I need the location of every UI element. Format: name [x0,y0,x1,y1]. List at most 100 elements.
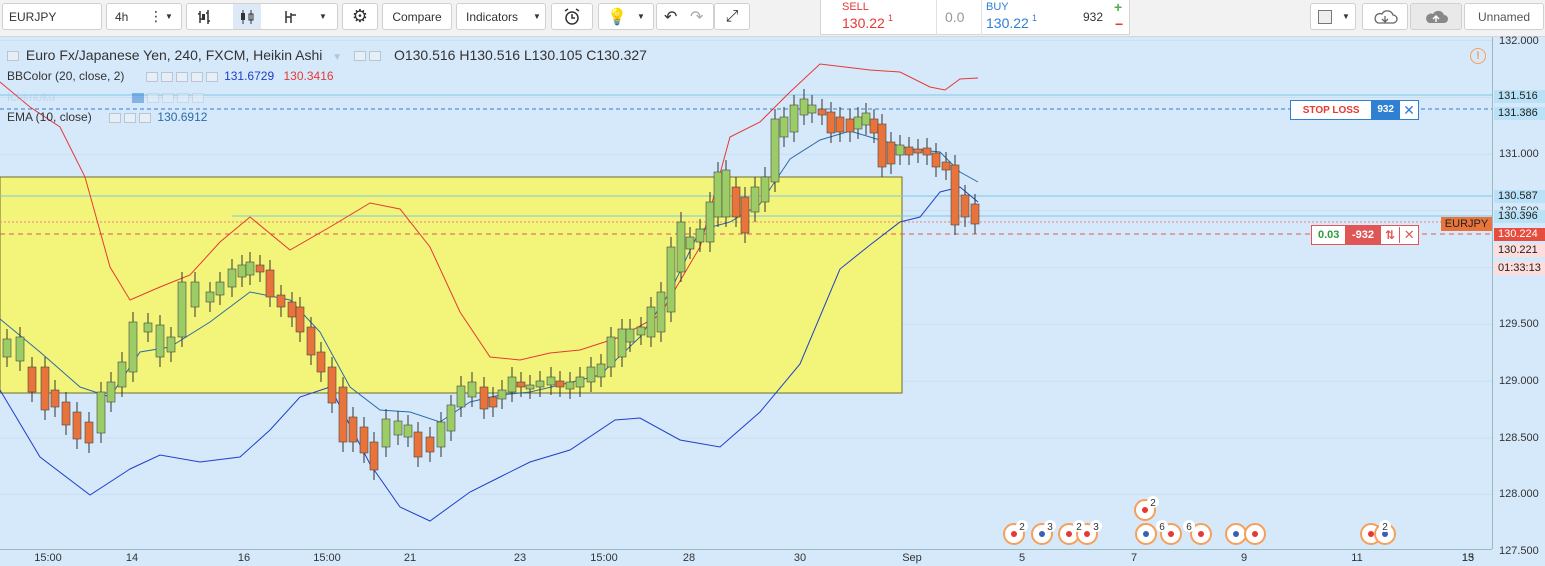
candle-body [941,161,951,171]
chevron-down-icon[interactable]: ▼ [319,12,327,21]
settings-icon[interactable] [147,92,160,103]
stop-loss-label: STOP LOSS [1302,104,1360,116]
candle-body [2,338,12,358]
candle-body [338,386,348,443]
candle-body [507,376,517,393]
candle-body [886,141,896,165]
event-count: 2 [1076,522,1082,533]
redo-icon[interactable]: ↷ [690,7,703,27]
layout-name-button[interactable]: Unnamed [1464,3,1544,30]
ohlc-values: O130.516 H130.516 L130.105 C130.327 [393,47,647,63]
template-button[interactable]: 💡 ▼ [598,3,654,30]
add-icon[interactable] [177,92,190,103]
price-tick: 132.000 [1499,34,1539,47]
save-cloud-button[interactable] [1410,3,1462,30]
settings-icon[interactable] [160,71,173,82]
eye-icon[interactable] [145,71,158,82]
eye-icon[interactable] [354,51,367,62]
price-label: 130.587 [1494,190,1545,203]
candles-icon[interactable] [233,4,261,29]
symbol-search[interactable]: EURJPY [2,3,102,30]
close-icon[interactable]: ✕ [1399,227,1418,243]
candle-body [617,328,627,358]
undo-icon[interactable]: ↶ [664,7,677,27]
settings-icon[interactable] [369,51,382,62]
fullscreen-icon: ⤢ [725,7,739,25]
candle-body [497,389,507,400]
time-axis[interactable]: 15:00 14 16 15:00 21 23 15:00 28 30 Sep 5 7 9 11 13 15 [0,549,1492,566]
candle-body [525,384,535,390]
load-cloud-button[interactable] [1362,3,1408,30]
chevron-down-icon[interactable]: ▼ [332,52,342,63]
quantity-value[interactable]: 932 [1083,10,1103,24]
candle-body [15,336,25,362]
candle-body [960,194,970,218]
trading-app: EURJPY 4h ⋮ ▼ ▼ ⚙ Compare Indicators ▼ 💡 ▼… [0,0,1545,566]
candle-body [731,186,741,218]
chevron-down-icon[interactable]: ▼ [1342,12,1350,21]
symbol-tag: EURJPY [1441,217,1492,231]
stop-loss-order[interactable]: STOP LOSS 932 ✕ [1290,100,1419,120]
drawing-color-select[interactable]: ▼ [1310,3,1356,30]
price-plot[interactable]: 2 3 2 326 6 2 [0,37,1492,549]
time-tick: 15:00 [34,552,62,564]
interval-select[interactable]: 4h ⋮ ▼ [106,3,182,30]
price-label: 131.516 [1494,90,1545,103]
chevron-down-icon[interactable]: ▼ [637,12,645,21]
compare-button[interactable]: Compare [382,3,452,30]
position-qty: -932 [1345,226,1381,244]
copy-icon[interactable] [175,71,188,82]
close-icon[interactable]: ✕ [1400,102,1418,119]
price-axis[interactable]: 132.000131.500131.000130.500130.000129.5… [1492,34,1545,557]
collapse-icon[interactable] [7,51,19,62]
bars-icon[interactable] [197,9,213,25]
buy-button[interactable]: BUY 130.22 1 [981,0,1081,35]
add-icon[interactable] [190,71,203,82]
candle-body [177,281,187,338]
time-tick: 14 [125,552,139,564]
position-line[interactable]: 0.03 -932 ⇅ ✕ [1311,225,1419,245]
candle-body [931,152,941,168]
chart-area[interactable]: 23232662 Euro Fx/Japanese Yen, 240, FXCM… [0,34,1545,566]
candle-body [636,326,646,336]
sell-price: 130.22 [842,15,885,31]
alert-button[interactable] [551,3,593,30]
time-tick: Sep [902,552,922,564]
eye-icon[interactable] [109,112,122,123]
copy-icon[interactable] [162,92,175,103]
candle-body [516,381,526,388]
time-tick: 28 [682,552,696,564]
sell-button[interactable]: SELL 130.22 1 [821,0,937,35]
candle-body [369,441,379,471]
time-tick: 30 [793,552,807,564]
reverse-icon[interactable]: ⇅ [1381,228,1400,242]
close-icon[interactable] [139,112,152,123]
minus-icon[interactable]: − [1115,16,1123,32]
indicators-button[interactable]: Indicators ▼ [456,3,546,30]
warning-icon[interactable]: ! [1470,48,1486,64]
event-count: 6 [1186,522,1192,533]
chevron-down-icon[interactable]: ▼ [165,12,173,21]
plus-icon[interactable]: + [1114,0,1122,15]
alarm-clock-icon [562,7,582,26]
eye-off-icon[interactable] [132,92,145,103]
settings-icon[interactable] [124,112,137,123]
price-tick: 128.000 [1499,488,1539,501]
chevron-down-icon[interactable]: ▼ [533,12,541,21]
candle-body [446,404,456,432]
candle-body [779,116,789,138]
settings-button[interactable]: ⚙ [342,3,378,30]
close-icon[interactable] [205,71,218,82]
stop-loss-qty: 932 [1371,101,1400,119]
time-tick: 11 [1351,552,1363,564]
fullscreen-button[interactable]: ⤢ [714,3,750,30]
more-vert-icon[interactable]: ⋮ [149,8,163,25]
event-count: 3 [1093,522,1099,533]
close-icon[interactable] [192,92,205,103]
candle-body [276,294,286,308]
candle-body [705,201,715,243]
line-chart-icon[interactable] [283,9,299,25]
ema-name: EMA (10, close) [7,110,92,124]
layout-name: Unnamed [1477,9,1531,24]
candle-body [826,111,836,134]
